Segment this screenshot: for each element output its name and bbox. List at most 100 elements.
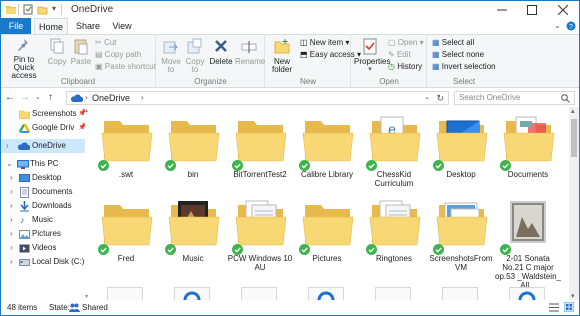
folder-item[interactable]: Calibre Library	[294, 111, 360, 203]
edge-file-icon	[183, 291, 201, 300]
nav-item-google-drive[interactable]: Google Driv 📌	[1, 121, 85, 135]
folder-item[interactable]: bin	[160, 111, 226, 203]
copy-to-button[interactable]: Copy to	[183, 38, 207, 74]
edit-button[interactable]: ✎ Edit	[388, 50, 411, 60]
folder-item[interactable]: Fred	[93, 195, 159, 287]
rename-button[interactable]: Rename	[235, 38, 265, 66]
select-none-icon: ▦	[432, 50, 440, 59]
expand-chevron-icon[interactable]: ›	[10, 241, 13, 255]
paste-button[interactable]: Paste	[69, 38, 93, 66]
invert-selection-button[interactable]: ▦ Invert selection	[432, 62, 496, 72]
copy-path-button[interactable]: ▤ Copy path	[95, 50, 141, 60]
paste-shortcut-button[interactable]: ▣ Paste shortcut	[95, 62, 156, 72]
breadcrumb-onedrive[interactable]: OneDrive	[92, 92, 130, 104]
back-arrow-icon[interactable]: ←	[5, 92, 15, 103]
move-to-button[interactable]: Move to	[159, 38, 183, 74]
pin-quick-access-button[interactable]: Pin to Quick access	[3, 38, 45, 80]
cut-button[interactable]: ✂ Cut	[95, 38, 116, 48]
nav-item-onedrive[interactable]: › OneDrive	[1, 139, 85, 153]
new-folder-button[interactable]: New folder	[268, 38, 296, 74]
scrollbar-thumb[interactable]	[571, 119, 577, 157]
open-button[interactable]: ▢ Open ▾	[388, 38, 424, 48]
properties-qa-icon[interactable]	[23, 4, 33, 15]
folder-item[interactable]: Desktop	[428, 111, 494, 203]
new-item-button[interactable]: ◫ New item ▾	[300, 38, 349, 48]
clipboard-group: Pin to Quick access Copy Paste ✂ Cut ▤ C…	[1, 35, 156, 87]
nav-item-pictures[interactable]: › Pictures	[1, 227, 85, 241]
folder-item[interactable]: BitTorrentTest2	[227, 111, 293, 203]
new-group: New folder ◫ New item ▾ ⬒ Easy access ▾ …	[266, 35, 361, 87]
folder-item[interactable]: Ringtones	[361, 195, 427, 287]
item-count: 48 items	[7, 303, 38, 312]
expand-chevron-icon[interactable]: ⌄	[6, 157, 13, 171]
close-button[interactable]	[547, 1, 579, 18]
file-item-partial[interactable]	[241, 287, 277, 300]
search-input[interactable]: Search OneDrive	[454, 91, 575, 105]
folder-item[interactable]: Pictures	[294, 195, 360, 287]
file-item-partial[interactable]	[308, 287, 344, 300]
nav-item-this-pc[interactable]: ⌄ This PC	[1, 157, 85, 171]
ribbon-tabs: File Home Share View ⌄ ?	[1, 18, 579, 34]
select-all-button[interactable]: ▦ Select all	[432, 38, 474, 48]
select-none-button[interactable]: ▦ Select none	[432, 50, 484, 60]
nav-item-videos[interactable]: › Videos	[1, 241, 85, 255]
minimize-button[interactable]	[487, 1, 517, 18]
file-item-partial[interactable]	[442, 287, 478, 300]
maximize-button[interactable]	[517, 1, 547, 18]
expand-chevron-icon[interactable]: ›	[10, 213, 13, 227]
recent-locations-icon[interactable]: ⌄	[35, 93, 41, 101]
nav-item-downloads[interactable]: › Downloads	[1, 199, 85, 213]
scroll-up-icon[interactable]: ▴	[571, 107, 575, 115]
forward-arrow-icon[interactable]: →	[20, 92, 30, 103]
new-folder-qa-icon[interactable]	[37, 4, 48, 15]
help-icon[interactable]: ?	[566, 21, 576, 31]
open-group-label: Open	[379, 77, 399, 86]
tab-share[interactable]: Share	[71, 18, 105, 34]
expand-chevron-icon[interactable]: ›	[10, 185, 13, 199]
large-icons-view-icon[interactable]	[564, 302, 574, 312]
scroll-down-icon[interactable]: ▾	[571, 292, 575, 300]
file-item-partial[interactable]	[509, 287, 545, 300]
nav-scrollbar[interactable]: ▴ ▾	[85, 107, 91, 300]
scroll-up-icon[interactable]: ▴	[85, 107, 88, 114]
folder-item[interactable]: ScreenshotsFrom VM	[428, 195, 494, 287]
file-item-partial[interactable]	[375, 287, 411, 300]
file-item[interactable]: 2-01 Sonata No.21 C major op.53 _Waldste…	[495, 195, 561, 290]
file-item-partial[interactable]	[107, 287, 143, 300]
properties-button[interactable]: Properties ▾	[354, 38, 390, 74]
file-item-partial[interactable]	[174, 287, 210, 300]
content-scrollbar[interactable]: ▴ ▾	[569, 107, 579, 300]
nav-item-music[interactable]: › ♪ Music	[1, 213, 85, 227]
folder-item[interactable]: PCW Windows 10 AU	[227, 195, 293, 287]
tab-view[interactable]: View	[107, 18, 137, 34]
nav-item-documents[interactable]: › Documents	[1, 185, 85, 199]
nav-item-screenshots[interactable]: Screenshots 📌	[1, 107, 85, 121]
expand-chevron-icon[interactable]: ›	[6, 139, 9, 153]
collapse-ribbon-icon[interactable]: ⌄	[554, 21, 561, 30]
rename-icon	[241, 41, 257, 53]
computer-icon	[17, 160, 29, 169]
expand-chevron-icon[interactable]: ›	[10, 255, 13, 269]
expand-chevron-icon[interactable]: ›	[10, 227, 13, 241]
details-view-icon[interactable]	[549, 303, 559, 312]
folder-item[interactable]: .swt	[93, 111, 159, 203]
refresh-icon[interactable]: ↻	[436, 92, 444, 104]
nav-item-desktop[interactable]: › Desktop	[1, 171, 85, 185]
tab-file[interactable]: File	[1, 18, 31, 34]
explorer-window: ▾ OneDrive File Home Share View ⌄ ? Pin …	[0, 0, 580, 316]
up-arrow-icon[interactable]: ↑	[48, 92, 53, 103]
address-dropdown-icon[interactable]: ⌄	[424, 92, 430, 104]
delete-button[interactable]: Delete	[209, 38, 233, 66]
qa-dropdown-icon[interactable]: ▾	[52, 4, 56, 13]
copy-button[interactable]: Copy	[45, 38, 69, 66]
folder-item[interactable]: Music	[160, 195, 226, 287]
folder-item[interactable]: e ChessKid Curriculum	[361, 111, 427, 203]
folder-item[interactable]: Documents	[495, 111, 561, 203]
tab-home[interactable]: Home	[34, 18, 68, 34]
expand-chevron-icon[interactable]: ›	[10, 171, 13, 185]
expand-chevron-icon[interactable]: ›	[10, 199, 13, 213]
nav-item-local-disk[interactable]: › Local Disk (C:)	[1, 255, 85, 269]
address-field[interactable]: › OneDrive › ⌄ ↻	[66, 91, 449, 105]
history-button[interactable]: ◷ History	[388, 62, 422, 72]
scroll-down-icon[interactable]: ▾	[85, 293, 88, 300]
